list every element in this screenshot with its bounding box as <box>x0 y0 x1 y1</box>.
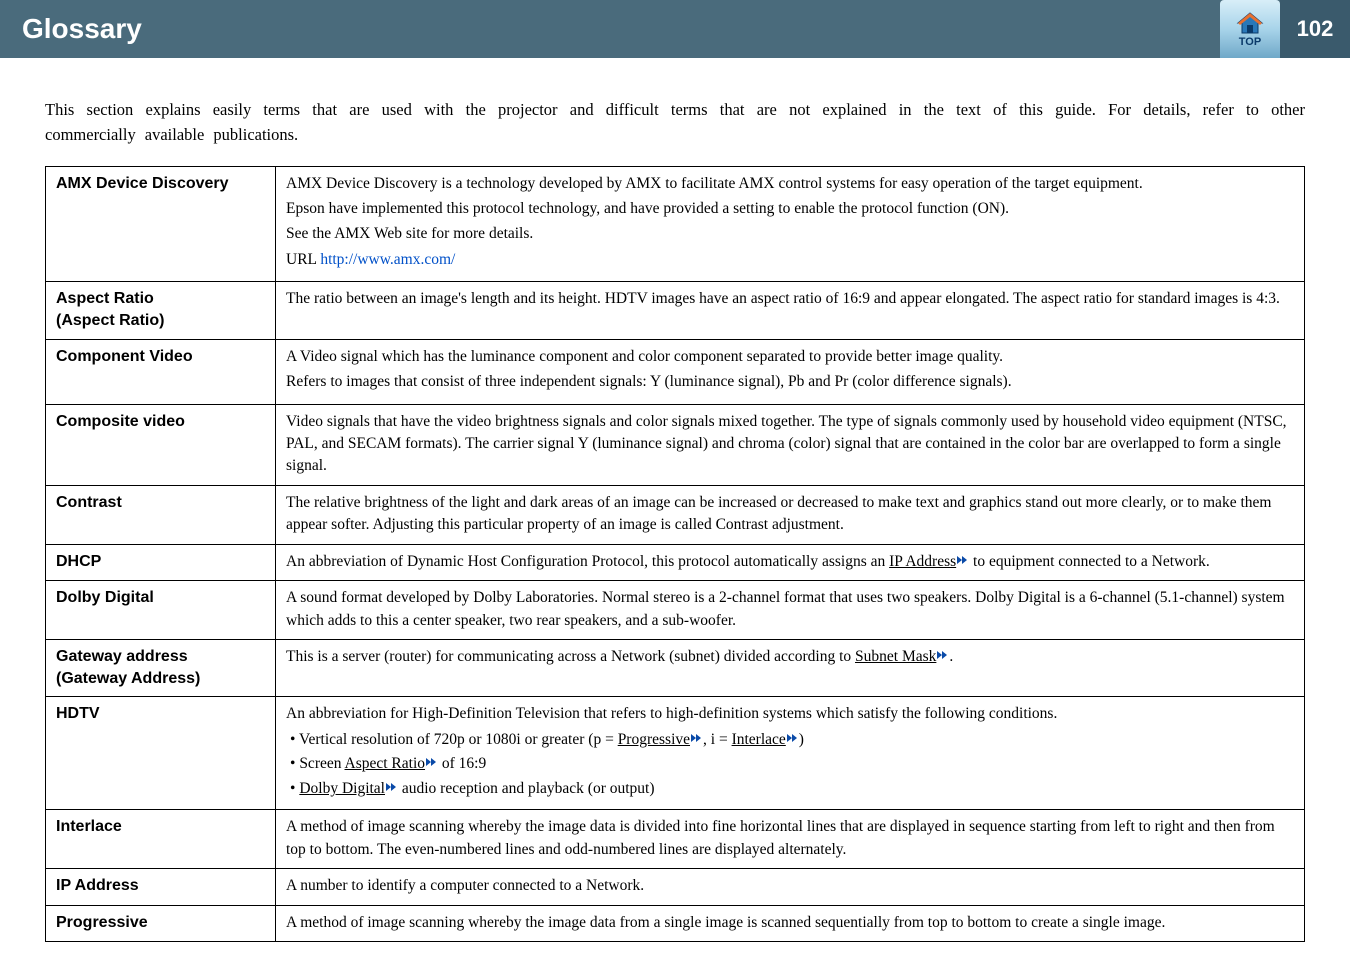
term-cell: Component Video <box>46 339 276 404</box>
glossary-link-icon <box>426 757 438 768</box>
def-text: Vertical resolution of 720p or 1080i or … <box>299 731 618 748</box>
term-cell: Gateway address (Gateway Address) <box>46 640 276 697</box>
table-row: AMX Device Discovery AMX Device Discover… <box>46 166 1305 282</box>
table-row: Component Video A Video signal which has… <box>46 339 1305 404</box>
term-text: (Gateway Address) <box>56 668 265 690</box>
def-cell: The ratio between an image's length and … <box>276 282 1305 339</box>
def-cell: An abbreviation of Dynamic Host Configur… <box>276 544 1305 580</box>
term-cell: HDTV <box>46 697 276 810</box>
table-row: Interlace A method of image scanning whe… <box>46 810 1305 869</box>
xref-interlace[interactable]: Interlace <box>732 731 786 748</box>
term-cell: Progressive <box>46 905 276 941</box>
glossary-link-icon <box>787 733 799 744</box>
xref-aspect-ratio[interactable]: Aspect Ratio <box>345 755 426 772</box>
def-cell: AMX Device Discovery is a technology dev… <box>276 166 1305 282</box>
table-row: Progressive A method of image scanning w… <box>46 905 1305 941</box>
term-text: (Aspect Ratio) <box>56 310 265 332</box>
bullet-list: Vertical resolution of 720p or 1080i or … <box>286 729 1294 800</box>
glossary-link-icon <box>937 650 949 661</box>
table-row: Dolby Digital A sound format developed b… <box>46 581 1305 640</box>
term-cell: IP Address <box>46 869 276 905</box>
def-text: Screen <box>299 755 344 772</box>
def-text: audio reception and playback (or output) <box>398 780 655 797</box>
glossary-link-icon <box>957 555 969 566</box>
def-text: to equipment connected to a Network. <box>969 553 1210 570</box>
page-header: Glossary TOP 102 <box>0 0 1350 58</box>
def-cell: An abbreviation for High-Definition Tele… <box>276 697 1305 810</box>
def-text: AMX Device Discovery is a technology dev… <box>286 173 1294 195</box>
table-row: DHCP An abbreviation of Dynamic Host Con… <box>46 544 1305 580</box>
term-cell: Interlace <box>46 810 276 869</box>
def-text: A Video signal which has the luminance c… <box>286 346 1294 368</box>
xref-progressive[interactable]: Progressive <box>618 731 690 748</box>
list-item: Dolby Digital audio reception and playba… <box>290 778 1294 800</box>
page-title: Glossary <box>22 13 142 45</box>
def-text: See the AMX Web site for more details. <box>286 223 1294 245</box>
amx-url-link[interactable]: http://www.amx.com/ <box>320 251 455 268</box>
def-cell: Video signals that have the video bright… <box>276 404 1305 485</box>
xref-subnet-mask[interactable]: Subnet Mask <box>855 648 936 665</box>
def-cell: The relative brightness of the light and… <box>276 485 1305 544</box>
term-text: Aspect Ratio <box>56 288 265 310</box>
def-cell: A method of image scanning whereby the i… <box>276 905 1305 941</box>
term-cell: Composite video <box>46 404 276 485</box>
def-cell: This is a server (router) for communicat… <box>276 640 1305 697</box>
term-cell: Dolby Digital <box>46 581 276 640</box>
term-cell: Contrast <box>46 485 276 544</box>
def-text: . <box>949 648 953 665</box>
top-label: TOP <box>1239 36 1261 48</box>
def-text: An abbreviation for High-Definition Tele… <box>286 703 1294 725</box>
glossary-table: AMX Device Discovery AMX Device Discover… <box>45 166 1305 943</box>
def-cell: A sound format developed by Dolby Labora… <box>276 581 1305 640</box>
header-right: TOP 102 <box>1220 0 1350 58</box>
page-content: This section explains easily terms that … <box>0 58 1350 962</box>
page-number: 102 <box>1280 0 1350 58</box>
def-text: of 16:9 <box>438 755 486 772</box>
def-text: An abbreviation of Dynamic Host Configur… <box>286 553 889 570</box>
def-text: , i = <box>703 731 732 748</box>
url-prefix: URL <box>286 251 320 268</box>
term-text: Gateway address <box>56 646 265 668</box>
glossary-link-icon <box>691 733 703 744</box>
def-text: Epson have implemented this protocol tec… <box>286 198 1294 220</box>
term-cell: Aspect Ratio (Aspect Ratio) <box>46 282 276 339</box>
table-row: HDTV An abbreviation for High-Definition… <box>46 697 1305 810</box>
def-text: This is a server (router) for communicat… <box>286 648 855 665</box>
table-row: Composite video Video signals that have … <box>46 404 1305 485</box>
term-cell: AMX Device Discovery <box>46 166 276 282</box>
def-cell: A method of image scanning whereby the i… <box>276 810 1305 869</box>
xref-ip-address[interactable]: IP Address <box>889 553 956 570</box>
def-text: Refers to images that consist of three i… <box>286 371 1294 393</box>
table-row: Contrast The relative brightness of the … <box>46 485 1305 544</box>
table-row: Aspect Ratio (Aspect Ratio) The ratio be… <box>46 282 1305 339</box>
def-cell: A number to identify a computer connecte… <box>276 869 1305 905</box>
intro-text: This section explains easily terms that … <box>45 98 1305 148</box>
list-item: Vertical resolution of 720p or 1080i or … <box>290 729 1294 751</box>
list-item: Screen Aspect Ratio of 16:9 <box>290 753 1294 775</box>
table-row: Gateway address (Gateway Address) This i… <box>46 640 1305 697</box>
xref-dolby-digital[interactable]: Dolby Digital <box>299 780 385 797</box>
def-cell: A Video signal which has the luminance c… <box>276 339 1305 404</box>
house-icon <box>1235 11 1265 35</box>
term-cell: DHCP <box>46 544 276 580</box>
top-button[interactable]: TOP <box>1220 0 1280 58</box>
table-row: IP Address A number to identify a comput… <box>46 869 1305 905</box>
glossary-link-icon <box>386 782 398 793</box>
def-text: URL http://www.amx.com/ <box>286 249 1294 271</box>
def-text: ) <box>799 731 804 748</box>
